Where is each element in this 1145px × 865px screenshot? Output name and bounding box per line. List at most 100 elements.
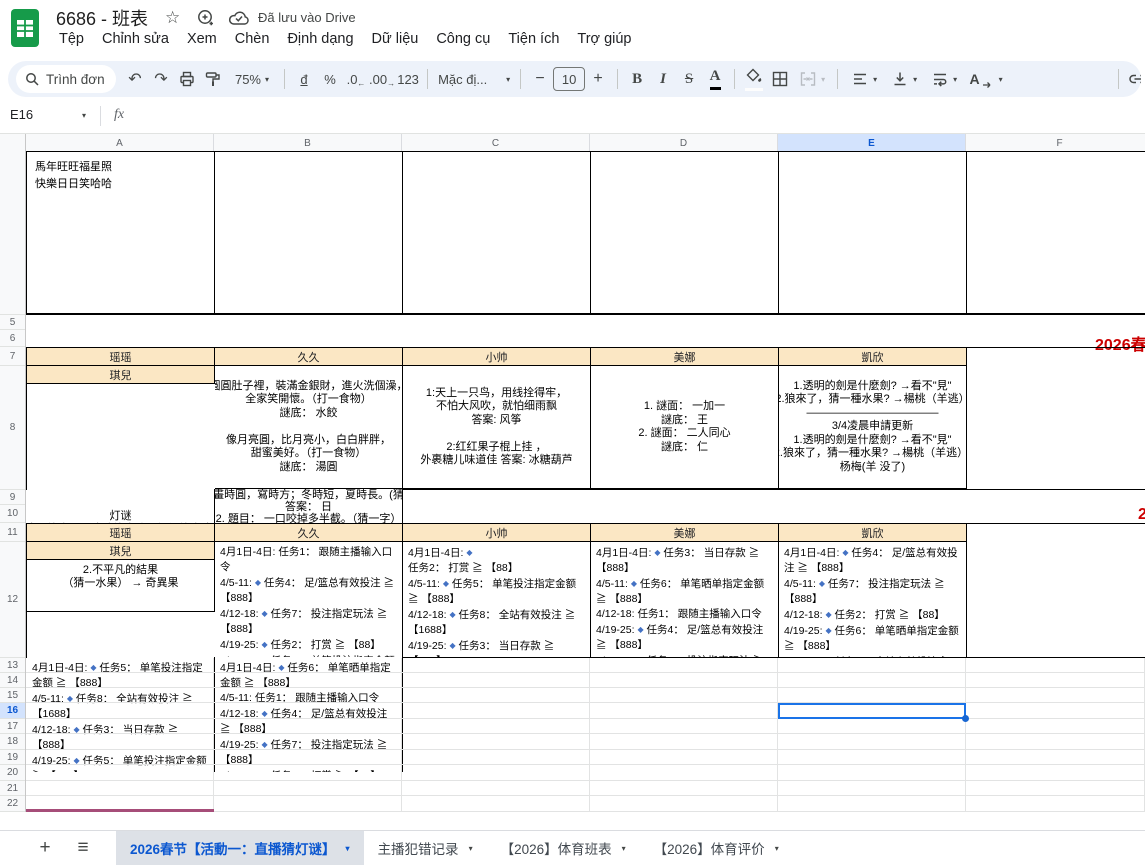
anchor-header2-1[interactable]: 瑶瑶	[27, 524, 215, 542]
anchor-header2-4[interactable]: 美娜	[591, 524, 779, 542]
font-select[interactable]: Mặc đị... ▾	[434, 66, 514, 92]
print-button[interactable]	[174, 66, 200, 92]
insert-link-button[interactable]	[1125, 66, 1141, 92]
row-header-14[interactable]: 14	[0, 673, 25, 688]
sheets-logo-icon[interactable]	[11, 9, 39, 47]
redo-button[interactable]: ↷	[148, 66, 174, 92]
riddle-cell-2[interactable]: 1:天上一只鸟，用线拴得牢，不怕大风吹，就怕细雨飘答案: 风筝 2:红红果子棍上…	[403, 366, 591, 489]
row-header-13[interactable]: 13	[0, 658, 25, 673]
font-size-input[interactable]: 10	[553, 67, 585, 91]
text-color-button[interactable]: A	[702, 66, 728, 92]
borders-button[interactable]	[767, 66, 793, 92]
menu-chỉnh-sửa[interactable]: Chỉnh sửa	[93, 28, 178, 50]
column-header-B[interactable]: B	[214, 134, 402, 152]
bold-button[interactable]: B	[624, 66, 650, 92]
merge-cells-button[interactable]: ▾	[793, 66, 831, 92]
task-cell-1[interactable]: 4月1日-4日: 任务1： 跟随主播输入口令4/5-11: ◆ 任务4： 足/篮…	[215, 542, 403, 657]
riddle-cell-4[interactable]: 1.透明的劍是什麼劍? →看不"見"2.狼來了，猜一種水果? →楊桃（羊逃）――…	[779, 366, 967, 489]
anchor-header-4[interactable]: 美娜	[591, 348, 779, 366]
task-cell-3[interactable]: 4月1日-4日: ◆ 任务3： 当日存款 ≧ 【888】4/5-11: ◆ 任务…	[591, 542, 779, 657]
row-header-16[interactable]: 16	[0, 703, 25, 719]
column-header-E[interactable]: E	[778, 134, 966, 152]
task-cell-2[interactable]: 4月1日-4日: ◆ 任务2： 打赏 ≧ 【88】4/5-11: ◆ 任务5： …	[403, 542, 591, 657]
task-cell-4[interactable]: 4月1日-4日: ◆ 任务4： 足/篮总有效投注 ≧ 【888】4/5-11: …	[779, 542, 967, 657]
decrease-decimal-button[interactable]: .0←	[343, 66, 369, 92]
anchor-header2-6[interactable]: 琪兒	[27, 542, 215, 560]
row-header-17[interactable]: 17	[0, 719, 25, 734]
sheet-tab-2[interactable]: 主播犯错记录▾	[364, 831, 487, 865]
row-header-11[interactable]: 11	[0, 523, 25, 542]
cell-A4[interactable]: 馬年旺旺福星照快樂日日笑哈哈	[27, 152, 215, 313]
select-all-corner[interactable]	[0, 134, 26, 152]
menu-dữ-liệu[interactable]: Dữ liệu	[363, 28, 428, 50]
menu-trợ-giúp[interactable]: Trợ giúp	[568, 28, 640, 50]
column-header-A[interactable]: A	[26, 134, 214, 152]
row-header-6[interactable]: 6	[0, 330, 25, 347]
row-header-7[interactable]: 7	[0, 347, 25, 366]
anchor-header2-5[interactable]: 凱欣	[779, 524, 967, 542]
menu-tiện-ích[interactable]: Tiện ích	[499, 28, 568, 50]
selected-cell-E16[interactable]	[778, 703, 966, 719]
format-currency-button[interactable]: đ	[291, 66, 317, 92]
cell-B4[interactable]	[215, 152, 403, 313]
anchor-header-5[interactable]: 凱欣	[779, 348, 967, 366]
cell-C4[interactable]	[403, 152, 591, 313]
cell-F4[interactable]	[967, 152, 1145, 313]
row-header-8[interactable]: 8	[0, 366, 25, 490]
zoom-select[interactable]: 75% ▾	[226, 66, 278, 92]
format-percent-button[interactable]: %	[317, 66, 343, 92]
anchor-header-6[interactable]: 琪兒	[27, 366, 215, 384]
text-wrap-button[interactable]: ▾	[924, 66, 964, 92]
strikethrough-button[interactable]: S	[676, 66, 702, 92]
anchor-header-3[interactable]: 小帅	[403, 348, 591, 366]
horizontal-align-button[interactable]: ▾	[844, 66, 884, 92]
menu-định-dạng[interactable]: Định dạng	[278, 28, 362, 50]
menu-xem[interactable]: Xem	[178, 28, 226, 50]
menu-tệp[interactable]: Tệp	[50, 28, 93, 50]
column-header-D[interactable]: D	[590, 134, 778, 152]
column-header-F[interactable]: F	[966, 134, 1145, 152]
saved-status[interactable]: Đã lưu vào Drive	[258, 10, 356, 25]
chevron-down-icon[interactable]: ▾	[82, 111, 86, 120]
name-box[interactable]: E16	[10, 107, 80, 122]
add-shortcut-icon[interactable]	[196, 8, 216, 28]
italic-button[interactable]: I	[650, 66, 676, 92]
menu-công-cụ[interactable]: Công cụ	[427, 28, 499, 50]
anchor-header2-3[interactable]: 小帅	[403, 524, 591, 542]
search-input[interactable]: Trình đơn	[16, 65, 116, 93]
anchor-header-2[interactable]: 久久	[215, 348, 403, 366]
paint-format-button[interactable]	[200, 66, 226, 92]
row-header-21[interactable]: 21	[0, 781, 25, 796]
task-cell-6[interactable]: 4月1日-4日: ◆ 任务6： 单笔晒单指定金额 ≧ 【888】4/5-11: …	[215, 657, 403, 772]
increase-decimal-button[interactable]: .00→	[369, 66, 395, 92]
more-formats-button[interactable]: 123	[395, 66, 421, 92]
vertical-align-button[interactable]: ▾	[884, 66, 924, 92]
menu-chèn[interactable]: Chèn	[226, 28, 279, 50]
row-header-19[interactable]: 19	[0, 750, 25, 765]
cell-D4[interactable]	[591, 152, 779, 313]
sheet-tab-4[interactable]: 【2026】体育评价▾	[640, 831, 793, 865]
anchor-header2-2[interactable]: 久久	[215, 524, 403, 542]
add-sheet-button[interactable]: +	[26, 837, 64, 859]
star-icon[interactable]: ☆	[165, 8, 180, 28]
undo-button[interactable]: ↶	[122, 66, 148, 92]
row-header-10[interactable]: 10	[0, 505, 25, 523]
row-header-22[interactable]: 22	[0, 796, 25, 812]
text-rotation-button[interactable]: A ▾	[964, 66, 1008, 92]
row-header-9[interactable]: 9	[0, 490, 25, 505]
row-header-5[interactable]: 5	[0, 315, 25, 330]
fill-handle[interactable]	[962, 715, 969, 722]
row-header-18[interactable]: 18	[0, 734, 25, 750]
sheet-tab-active[interactable]: 2026春节【活動一：直播猜灯谜】 ▾	[116, 831, 364, 865]
all-sheets-button[interactable]: ≡	[64, 837, 102, 859]
spreadsheet-grid[interactable]: 馬年旺旺福星照快樂日日笑哈哈2026春瑶瑶久久小帅美娜凱欣琪兒圓圓肚子裡，裝滿金…	[26, 151, 1145, 812]
decrease-font-size-button[interactable]: −	[527, 66, 553, 92]
row-header-12[interactable]: 12	[0, 542, 25, 658]
row-header-20[interactable]: 20	[0, 765, 25, 781]
sheet-tab-3[interactable]: 【2026】体育班表▾	[487, 831, 640, 865]
fill-color-button[interactable]	[741, 66, 767, 92]
cloud-saved-icon[interactable]	[228, 9, 250, 27]
cell-E4[interactable]	[779, 152, 967, 313]
increase-font-size-button[interactable]: +	[585, 66, 611, 92]
riddle-cell-3[interactable]: 1. 謎面： 一加一謎底： 王2. 謎面： 二人同心謎底： 仁	[591, 366, 779, 489]
